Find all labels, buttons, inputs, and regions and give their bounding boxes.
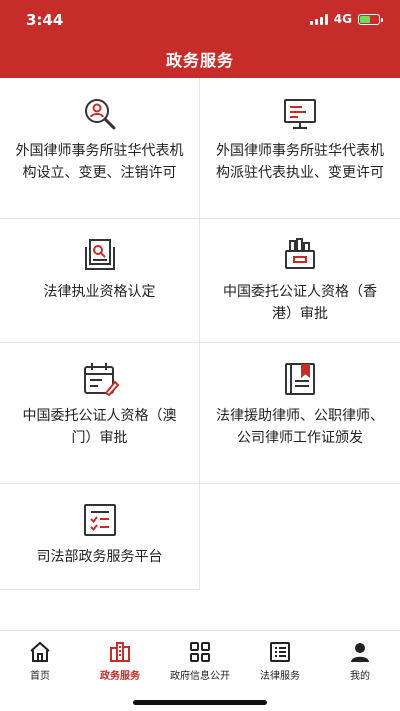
monitor-icon	[280, 94, 320, 134]
page-title: 政务服务	[165, 51, 234, 70]
tab-government-services[interactable]: 政务服务	[80, 631, 160, 691]
search-person-icon	[80, 94, 120, 134]
service-label: 法律执业资格认定	[43, 284, 156, 300]
tab-label: 政务服务	[100, 671, 140, 682]
service-grid: 外国律师事务所驻华代表机构设立、变更、注销许可 外国律师事务所驻华代表机构派驻代…	[0, 78, 400, 590]
tab-label: 我的	[350, 671, 370, 682]
status-bar: 3:44 4G	[0, 0, 400, 40]
service-label: 外国律师事务所驻华代表机构派驻代表执业、变更许可	[216, 143, 384, 181]
status-time: 3:44	[26, 11, 64, 29]
home-icon	[30, 641, 50, 662]
building-icon	[110, 642, 130, 662]
status-indicators: 4G	[309, 12, 383, 26]
stamp-machine-icon	[280, 235, 320, 275]
service-label: 外国律师事务所驻华代表机构设立、变更、注销许可	[15, 143, 184, 181]
checklist-icon	[80, 500, 120, 540]
service-item[interactable]: 中国委托公证人资格（香港）审批	[200, 219, 400, 343]
service-label: 中国委托公证人资格（香港）审批	[223, 284, 377, 322]
service-item[interactable]: 外国律师事务所驻华代表机构设立、变更、注销许可	[0, 78, 200, 219]
service-label: 中国委托公证人资格（澳门）审批	[22, 408, 177, 446]
service-item[interactable]: 法律援助律师、公职律师、公司律师工作证颁发	[200, 343, 400, 484]
signal-icon	[309, 13, 328, 25]
service-label: 法律援助律师、公职律师、公司律师工作证颁发	[216, 408, 384, 446]
home-indicator[interactable]	[133, 700, 267, 705]
tab-label: 政府信息公开	[170, 671, 230, 682]
tab-label: 首页	[30, 671, 50, 682]
calendar-edit-icon	[80, 359, 120, 399]
tab-home[interactable]: 首页	[0, 631, 80, 691]
book-bookmark-icon	[280, 359, 320, 399]
tab-legal-services[interactable]: 法律服务	[240, 631, 320, 691]
tab-mine[interactable]: 我的	[320, 631, 400, 691]
tab-bar: 首页 政务服务 政府信息公开 法律服务 我的	[0, 630, 400, 691]
tab-government-info[interactable]: 政府信息公开	[160, 631, 240, 691]
document-search-icon	[80, 235, 120, 275]
service-item[interactable]: 司法部政务服务平台	[0, 484, 200, 590]
tab-label: 法律服务	[260, 671, 300, 682]
user-icon	[351, 643, 369, 662]
empty-cell	[200, 484, 400, 590]
service-item[interactable]: 外国律师事务所驻华代表机构派驻代表执业、变更许可	[200, 78, 400, 219]
network-label: 4G	[333, 12, 352, 26]
header: 政务服务	[0, 40, 400, 78]
battery-icon	[358, 13, 383, 25]
service-label: 司法部政务服务平台	[36, 549, 163, 565]
service-item[interactable]: 法律执业资格认定	[0, 219, 200, 343]
grid-icon	[190, 642, 210, 662]
list-icon	[270, 642, 290, 662]
service-item[interactable]: 中国委托公证人资格（澳门）审批	[0, 343, 200, 484]
